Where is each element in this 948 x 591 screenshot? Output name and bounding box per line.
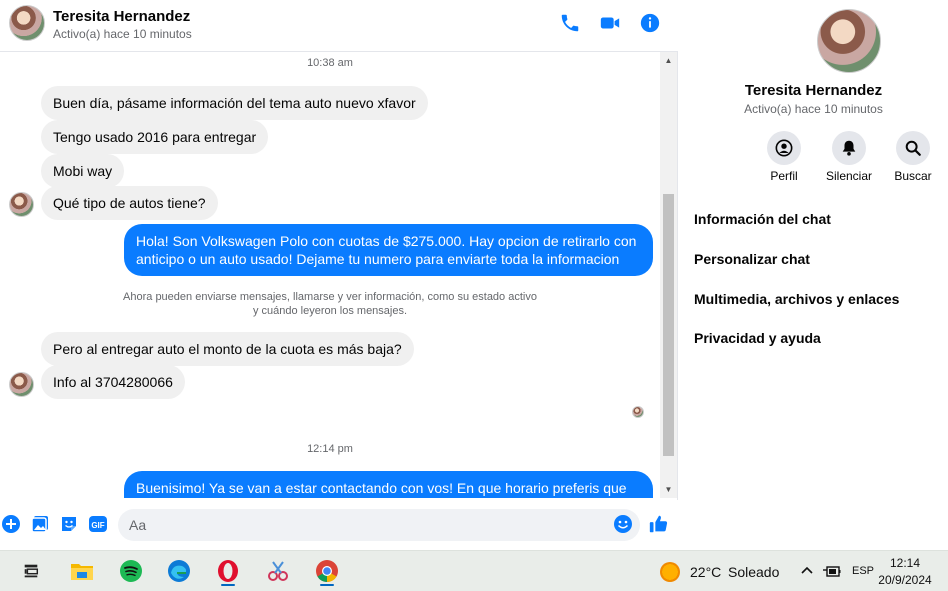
avatar[interactable] xyxy=(9,372,34,397)
chat-info-panel: Teresita Hernandez Activo(a) hace 10 min… xyxy=(679,0,948,550)
task-view-icon[interactable] xyxy=(16,556,46,586)
opera-icon[interactable] xyxy=(213,556,243,586)
gif-icon[interactable]: GIF xyxy=(88,514,108,534)
avatar[interactable] xyxy=(9,5,45,41)
incoming-message[interactable]: Buen día, pásame información del tema au… xyxy=(41,86,428,120)
bell-icon xyxy=(832,131,866,165)
connection-notice: Ahora pueden enviarse mensajes, llamarse… xyxy=(100,290,560,318)
search-icon xyxy=(896,131,930,165)
message-input[interactable] xyxy=(118,509,640,541)
windows-taskbar: 22°C Soleado ESP 12:14 20/9/2024 xyxy=(0,550,948,591)
avatar[interactable] xyxy=(9,192,34,217)
notice-line: Ahora pueden enviarse mensajes, llamarse… xyxy=(123,291,537,303)
weather-description[interactable]: Soleado xyxy=(728,564,779,580)
message-list[interactable]: 10:38 am Buen día, pásame información de… xyxy=(0,52,660,498)
mute-label: Silenciar xyxy=(825,169,873,183)
menu-customize-chat[interactable]: Personalizar chat xyxy=(694,251,810,267)
composer: GIF xyxy=(0,500,678,550)
chrome-icon[interactable] xyxy=(312,556,342,586)
message-scrollbar[interactable]: ▲ ▼ xyxy=(660,52,677,498)
incoming-message[interactable]: Qué tipo de autos tiene? xyxy=(41,186,218,220)
contact-name: Teresita Hernandez xyxy=(744,82,883,99)
timestamp: 12:14 pm xyxy=(307,443,353,455)
profile-icon xyxy=(767,131,801,165)
search-label: Buscar xyxy=(894,169,932,183)
profile-label: Perfil xyxy=(770,169,798,183)
battery-network-icon[interactable] xyxy=(823,564,841,578)
edge-icon[interactable] xyxy=(164,556,194,586)
contact-status: Activo(a) hace 10 minutos xyxy=(744,102,883,116)
avatar[interactable] xyxy=(817,9,881,73)
active-indicator xyxy=(320,584,334,586)
phone-icon[interactable] xyxy=(559,12,581,34)
video-camera-icon[interactable] xyxy=(599,12,621,34)
contact-name[interactable]: Teresita Hernandez xyxy=(53,8,190,25)
contact-status: Activo(a) hace 10 minutos xyxy=(53,27,192,41)
info-icon[interactable] xyxy=(639,12,661,34)
sun-icon[interactable] xyxy=(660,562,680,582)
clock-time[interactable]: 12:14 xyxy=(870,556,940,570)
sticker-icon[interactable] xyxy=(59,514,79,534)
incoming-message[interactable]: Info al 3704280066 xyxy=(41,365,185,399)
chat-panel: Teresita Hernandez Activo(a) hace 10 min… xyxy=(0,0,678,550)
incoming-message[interactable]: Pero al entregar auto el monto de la cuo… xyxy=(41,332,414,366)
notice-line: y cuándo leyeron los mensajes. xyxy=(252,305,408,317)
search-button[interactable]: Buscar xyxy=(883,131,943,183)
chat-header: Teresita Hernandez Activo(a) hace 10 min… xyxy=(0,0,678,52)
incoming-message[interactable]: Mobi way xyxy=(41,154,125,188)
scroll-up-arrow-icon[interactable]: ▲ xyxy=(660,52,677,69)
incoming-message[interactable]: Tengo usado 2016 para entregar xyxy=(41,120,269,154)
plus-icon[interactable] xyxy=(1,514,21,534)
spotify-icon[interactable] xyxy=(116,556,146,586)
timestamp: 10:38 am xyxy=(307,57,353,69)
profile-button[interactable]: Perfil xyxy=(754,131,814,183)
outgoing-message[interactable]: Hola! Son Volkswagen Polo con cuotas de … xyxy=(124,224,653,276)
svg-text:GIF: GIF xyxy=(91,521,104,530)
menu-chat-info[interactable]: Información del chat xyxy=(694,211,831,227)
scroll-down-arrow-icon[interactable]: ▼ xyxy=(660,481,677,498)
snipping-tool-icon[interactable] xyxy=(263,556,293,586)
menu-privacy-help[interactable]: Privacidad y ayuda xyxy=(694,330,821,346)
emoji-icon[interactable] xyxy=(613,514,633,534)
mute-button[interactable]: Silenciar xyxy=(819,131,879,183)
menu-media-files-links[interactable]: Multimedia, archivos y enlaces xyxy=(694,291,899,307)
outgoing-message[interactable]: Buenisimo! Ya se van a estar contactando… xyxy=(124,471,653,498)
like-icon[interactable] xyxy=(648,513,670,535)
chevron-up-icon[interactable] xyxy=(800,563,814,580)
active-indicator xyxy=(221,584,235,586)
weather-temperature[interactable]: 22°C xyxy=(690,564,721,580)
file-explorer-icon[interactable] xyxy=(67,556,97,586)
seen-indicator-avatar xyxy=(632,406,644,418)
image-icon[interactable] xyxy=(30,514,50,534)
clock-date[interactable]: 20/9/2024 xyxy=(870,573,940,587)
scroll-thumb[interactable] xyxy=(663,194,674,456)
